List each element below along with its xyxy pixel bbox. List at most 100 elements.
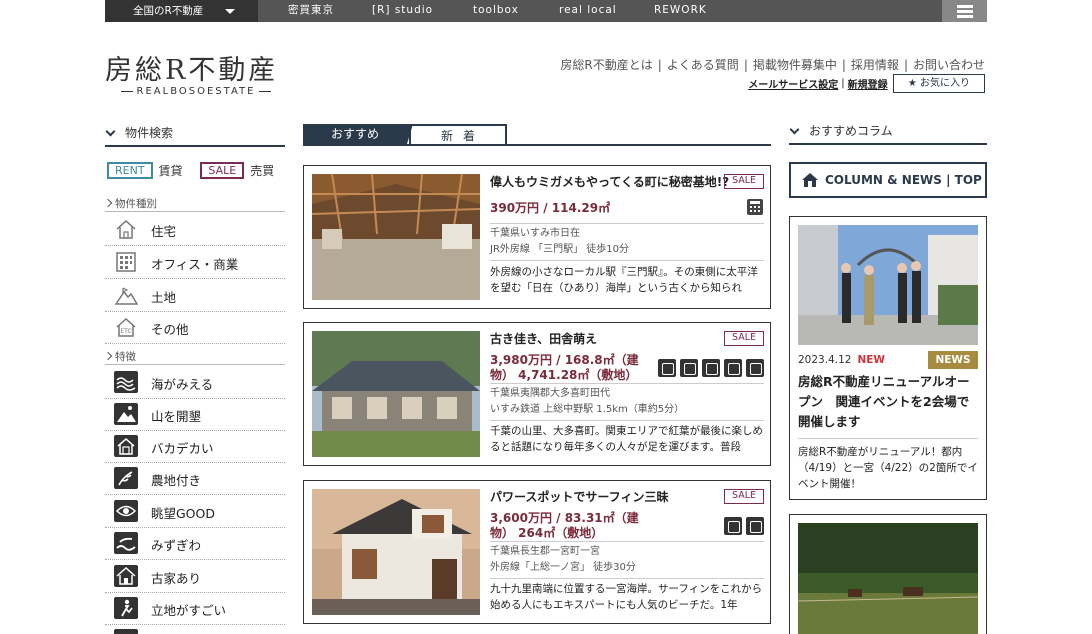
listing-photo (312, 174, 480, 300)
listing-price: 3,980万円 / 168.8㎡（建物） 4,741.28㎡（敷地） (490, 353, 639, 382)
etc-icon: ETC (116, 317, 136, 337)
listing-card[interactable]: パワースポットでサーフィン三昧 SALE 3,600万円 / 83.31㎡（建物… (303, 480, 771, 624)
sidebar-item-label: 住宅 (151, 224, 177, 239)
sidebar-item-land[interactable]: 土地 (105, 280, 285, 312)
about-link[interactable]: 房総R不動産とは (560, 58, 652, 72)
grid-menu-button[interactable] (942, 0, 987, 22)
region-dropdown[interactable]: 全国のR不動産 (105, 0, 258, 22)
news-card[interactable] (789, 514, 987, 634)
water-icon[interactable] (746, 517, 764, 535)
recruit-link[interactable]: 採用情報 (851, 58, 899, 72)
mail-service-link[interactable]: メールサービス設定 (748, 80, 838, 91)
feature-icons (654, 359, 764, 380)
listing-access: JR外房線 「三門駅」 徒歩10分 (490, 244, 629, 255)
sidebar-item-label: 古家あり (151, 571, 202, 586)
property-search-heading: 物件検索 (105, 123, 285, 147)
big-house-icon (114, 435, 138, 457)
chevron-down-icon (105, 126, 116, 137)
farm-icon[interactable] (724, 359, 742, 377)
top-bar-inner: 全国のR不動産 密買東京 [R] studio toolbox real loc… (105, 0, 987, 22)
sidebar-item-old-house[interactable]: 古家あり (105, 561, 285, 593)
news-badge: NEWS (928, 351, 978, 369)
rent-tag[interactable]: RENT (107, 162, 153, 179)
property-search-title: 物件検索 (125, 126, 174, 140)
header-links: 房総R不動産とは | よくある質問 | 掲載物件募集中 | 採用情報 | お問い合わせ (560, 58, 985, 72)
divider (490, 578, 764, 579)
sidebar-item-label: バカデカい (151, 441, 214, 456)
sidebar-item-farm[interactable]: 農地付き (105, 463, 285, 495)
sidebar-item-location[interactable]: 立地がすごい (105, 593, 285, 625)
listing-description: 千葉の山里、大多喜町。関東エリアで紅葉が最後に楽しめると話題になり毎年多くの人々… (490, 425, 763, 453)
listing-card[interactable]: 偉人もウミガメもやってくる町に秘密基地!? SALE 390万円 / 114.2… (303, 165, 771, 309)
listing-title[interactable]: 古き佳き、田舎萌え (490, 331, 720, 347)
site-logo[interactable]: 房総R不動産 (105, 48, 278, 87)
news-photo (798, 225, 978, 345)
old-house-icon (114, 565, 138, 587)
location-icon[interactable] (724, 517, 742, 535)
faq-link[interactable]: よくある質問 (667, 58, 739, 72)
news-card[interactable]: 2023.4.12 NEW NEWS 房総R不動産リニューアルオープン 関連イベン… (789, 216, 987, 500)
sale-label[interactable]: 売買 (250, 164, 274, 178)
sidebar-item-office[interactable]: オフィス・商業 (105, 247, 285, 279)
calculator-icon[interactable] (746, 198, 764, 216)
farm-icon[interactable] (658, 359, 676, 377)
top-nav-link[interactable]: [R] studio (372, 0, 433, 21)
top-nav-link[interactable]: 密買東京 (288, 0, 334, 21)
listing-address: 千葉県夷隅郡大多喜町田代 (490, 388, 610, 399)
listing-tabs: おすすめ 新着 (303, 124, 771, 146)
sidebar-item-house[interactable]: 住宅 (105, 214, 285, 246)
listing-photo (312, 331, 480, 457)
top-nav-link[interactable]: REWORK (654, 0, 707, 21)
sidebar-item-other[interactable]: ETC その他 (105, 312, 285, 344)
logo-sub-text: REALBOSOESTATE (136, 86, 256, 97)
water-icon (114, 532, 138, 554)
column-news-top-button[interactable]: COLUMN & NEWS | TOP (789, 162, 987, 198)
farm-icon (114, 467, 138, 489)
menu-icon-bar (957, 5, 973, 8)
feature-heading: 特徴 (105, 349, 285, 365)
listing-title[interactable]: 偉人もウミガメもやってくる町に秘密基地!? (490, 174, 729, 190)
top-nav-link[interactable]: toolbox (473, 0, 519, 21)
column-title: おすすめコラム (809, 124, 893, 138)
news-photo (798, 523, 978, 634)
feature-icons (720, 517, 764, 538)
sidebar-item-sea[interactable]: 海がみえる (105, 367, 285, 399)
sidebar-item-waterside[interactable]: みずぎわ (105, 528, 285, 560)
news-date-text: 2023.4.12 (798, 354, 852, 366)
sidebar-item-big[interactable]: バカデカい (105, 431, 285, 463)
listing-access: 外房線「上総一ノ宮」 徒歩30分 (490, 562, 636, 573)
big-house-icon[interactable] (746, 359, 764, 377)
house-icon[interactable] (680, 359, 698, 377)
register-link[interactable]: 新規登録 (848, 80, 888, 91)
site-logo-sub: REALBOSOESTATE (105, 86, 287, 97)
sale-badge: SALE (724, 489, 764, 504)
sidebar-item-label: オフィス・商業 (151, 257, 239, 272)
eye-icon[interactable] (702, 359, 720, 377)
divider (490, 223, 764, 224)
favorites-button[interactable]: ★ お気に入り (892, 74, 985, 93)
land-icon (114, 287, 138, 305)
listing-title[interactable]: パワースポットでサーフィン三昧 (490, 489, 720, 505)
tab-recommended[interactable]: おすすめ (303, 124, 413, 144)
rent-sale-filter: RENT 賃貸 SALE 売買 (107, 162, 287, 182)
rent-label[interactable]: 賃貸 (159, 164, 183, 178)
sidebar-item-view[interactable]: 眺望GOOD (105, 496, 285, 528)
contact-link[interactable]: お問い合わせ (913, 58, 985, 72)
menu-icon-bar (957, 10, 973, 13)
top-nav-link[interactable]: real local (559, 0, 617, 21)
listing-address: 千葉県長生郡一宮町一宮 (490, 546, 600, 557)
listing-wanted-link[interactable]: 掲載物件募集中 (753, 58, 837, 72)
tab-new[interactable]: 新着 (409, 124, 507, 144)
column-button-label: COLUMN & NEWS | TOP (825, 173, 982, 187)
sidebar-item-label: その他 (151, 322, 189, 337)
news-title[interactable]: 房総R不動産リニューアルオープン 関連イベントを2会場で開催します (798, 372, 978, 432)
listing-price: 390万円 / 114.29㎡ (490, 201, 611, 215)
news-date: 2023.4.12 NEW (798, 354, 885, 366)
sidebar-item-mountain[interactable]: 山を開墾 (105, 399, 285, 431)
sale-tag[interactable]: SALE (200, 162, 245, 179)
listing-card[interactable]: 古き佳き、田舎萌え SALE 3,980万円 / 168.8㎡（建物） 4,74… (303, 322, 771, 466)
divider (490, 260, 764, 261)
divider (490, 541, 764, 542)
listing-photo (312, 489, 480, 615)
house-icon (802, 173, 818, 187)
